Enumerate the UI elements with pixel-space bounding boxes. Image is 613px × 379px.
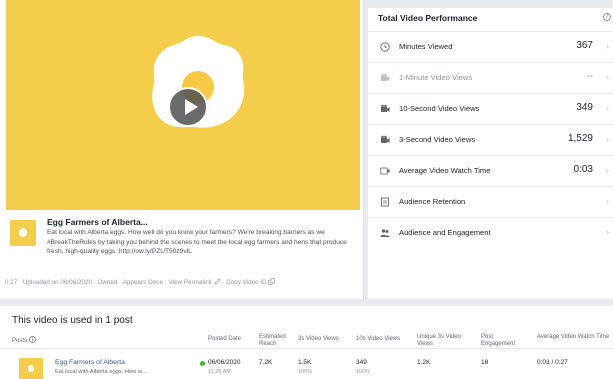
status-dot [200, 361, 205, 366]
metric-value: 0:03 [573, 164, 593, 175]
post-title[interactable]: Egg Farmers of Alberta... [47, 217, 148, 227]
info-icon[interactable]: i [603, 13, 611, 21]
link-icon [214, 278, 220, 285]
total-video-performance-panel: Total Video Performance i Minutes Viewed… [368, 8, 613, 299]
page-avatar [10, 220, 36, 246]
column-posts[interactable]: Posts [12, 336, 36, 345]
posts-section: This video is used in 1 post Posts Poste… [0, 306, 613, 379]
video-player[interactable] [6, 0, 360, 210]
video-camera-icon [381, 73, 390, 81]
posted-time: 11:25 AM [208, 369, 231, 375]
metric-value: 1,529 [567, 133, 593, 144]
video-card: Egg Farmers of Alberta... Eat local with… [0, 0, 364, 299]
metric-3s-views[interactable]: 3-Second Video Views 1,529 › [368, 124, 613, 155]
chevron-right-icon: › [606, 134, 609, 144]
column-post-engagement[interactable]: Post Engagement [481, 334, 521, 348]
separator: · [93, 279, 96, 286]
chevron-right-icon: › [606, 72, 609, 82]
metric-10s-views[interactable]: 10-Second Video Views 349 › [368, 93, 613, 124]
retention-icon [381, 197, 389, 207]
metric-1min-views[interactable]: 1-Minute Video Views -- › [368, 62, 613, 93]
column-avg-watch-time[interactable]: Average Video Watch Time [537, 334, 611, 341]
video-camera-icon [381, 104, 390, 112]
video-meta: 0:27 · Uploaded on 06/06/2020 · Owned · … [5, 278, 276, 286]
metric-label: Average Video Watch Time [399, 166, 491, 175]
separator: · [119, 279, 122, 286]
panel-title: Total Video Performance [378, 13, 478, 23]
clock-icon [380, 42, 390, 52]
metric-label: 3-Second Video Views [399, 135, 476, 144]
unique-3s-views: 1.2K [417, 359, 431, 366]
column-unique-3s-views[interactable]: Unique 3s Video Views [417, 334, 477, 348]
chevron-right-icon: › [606, 103, 609, 113]
estimated-reach: 7.2K [259, 359, 273, 366]
owned-label: Owned [97, 279, 118, 286]
post-snippet: Eat local with Alberta eggs. How w... [55, 369, 147, 375]
avg-watch-time: 0:03 / 0:27 [537, 359, 568, 366]
column-label: Posts [12, 338, 28, 344]
column-estimated-reach[interactable]: Estimated Reach [259, 334, 295, 348]
views-3s-pct: 100% [298, 369, 313, 375]
metric-value: -- [586, 71, 593, 82]
chevron-right-icon: › [606, 165, 609, 175]
column-posted-date[interactable]: Posted Date [208, 336, 241, 343]
chevron-right-icon: › [606, 196, 609, 206]
post-link[interactable]: Egg Farmers of Alberta [55, 359, 125, 366]
video-duration: 0:27 [5, 279, 18, 286]
views-3s: 1.5K [298, 359, 312, 366]
metric-label: Minutes Viewed [399, 42, 453, 51]
metric-label: Audience and Engagement [399, 228, 491, 237]
column-10s-views[interactable]: 10s Video Views [356, 336, 400, 343]
metric-avg-watch-time[interactable]: Average Video Watch Time 0:03 › [368, 155, 613, 186]
separator: · [222, 279, 225, 286]
video-play-icon [380, 167, 390, 175]
view-permalink-link[interactable]: View Permalink [169, 279, 212, 286]
posted-date: 06/06/2020 [208, 359, 241, 366]
metric-label: 1-Minute Video Views [399, 73, 473, 82]
metric-audience-retention[interactable]: Audience Retention › [368, 186, 613, 217]
metric-audience-engagement[interactable]: Audience and Engagement › [368, 217, 613, 248]
copy-icon [268, 278, 276, 285]
post-text: Eat local with Alberta eggs. How well do… [47, 229, 347, 255]
play-button[interactable] [168, 87, 208, 127]
upload-date: Uploaded on 06/06/2020 [22, 279, 92, 286]
table-header: Posts Posted Date Estimated Reach 3s Vid… [0, 330, 613, 349]
post-thumbnail[interactable] [19, 358, 43, 379]
video-camera-icon [381, 135, 390, 143]
metric-value: 349 [576, 102, 593, 113]
metric-label: 10-Second Video Views [399, 104, 480, 113]
appears-label: Appears Once [122, 279, 163, 286]
chevron-right-icon: › [606, 227, 609, 237]
column-3s-views[interactable]: 3s Video Views [298, 336, 339, 343]
metric-value: 367 [576, 40, 593, 51]
info-icon[interactable] [28, 336, 36, 343]
post-engagement: 18 [481, 359, 489, 366]
separator: · [19, 279, 22, 286]
separator: · [164, 279, 167, 286]
posts-section-title: This video is used in 1 post [12, 315, 133, 326]
table-row[interactable]: Egg Farmers of Alberta Eat local with Al… [0, 350, 613, 379]
people-icon [380, 229, 390, 237]
copy-video-id-link[interactable]: Copy Video ID [226, 279, 267, 286]
metric-label: Audience Retention [399, 197, 466, 206]
metric-minutes-viewed[interactable]: Minutes Viewed 367 › [368, 31, 613, 62]
chevron-right-icon: › [606, 41, 609, 51]
views-10s: 349 [356, 359, 367, 366]
views-10s-pct: 100% [356, 369, 371, 375]
